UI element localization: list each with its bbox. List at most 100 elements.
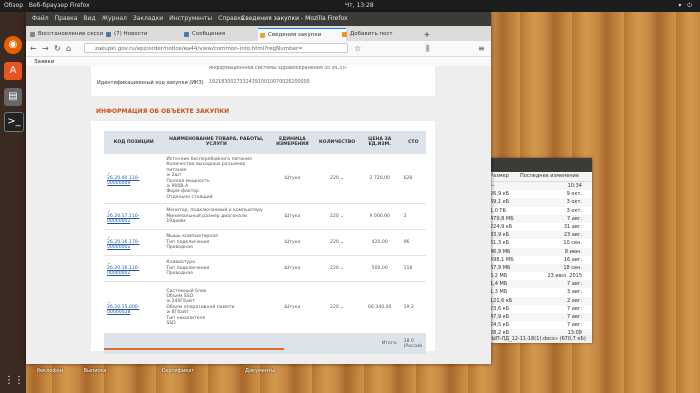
file-row[interactable]: 23,6 кБ 7 авг.: [484, 305, 592, 313]
file-date: 31 авг.: [563, 223, 582, 230]
code-link[interactable]: 26.20.15.000-00000028: [107, 305, 139, 315]
chevron-down-icon[interactable]: ⌄: [340, 266, 344, 271]
col-code: КОД ПОЗИЦИИ: [104, 131, 164, 154]
desktop-file-3[interactable]: Сертификат: [158, 368, 198, 374]
firefox-icon[interactable]: ◉: [4, 36, 22, 54]
menu-item[interactable]: Инструменты: [169, 15, 212, 22]
clock[interactable]: Чт, 13:28: [345, 0, 374, 12]
code-cell: ⌄ 26.20.40.110-00000009: [104, 153, 164, 204]
name-cell: Мышь компьютерная Тип подключения Провод…: [163, 229, 270, 256]
bookmark-folder[interactable]: Заявки: [34, 59, 54, 65]
file-row[interactable]: 46,9 МБ 8 июн.: [484, 247, 592, 256]
file-row[interactable]: 67,9 МБ 18 сен.: [484, 263, 592, 273]
file-row[interactable]: 47,9 кБ 7 авг.: [484, 313, 592, 322]
menu-item[interactable]: Закладки: [133, 15, 163, 22]
cost-cell: 628: [400, 153, 426, 204]
qty-cell[interactable]: 220 ⌄: [315, 153, 359, 204]
new-tab-button[interactable]: +: [422, 28, 432, 41]
file-size: 1,3 МБ: [490, 289, 508, 296]
name-cell: Системный блок Объем SSD ≥ 240Гбайт Объе…: [163, 281, 270, 334]
file-row[interactable]: 479,8 МБ 7 авг.: [484, 214, 592, 223]
home-icon[interactable]: ⌂: [66, 44, 71, 53]
file-row[interactable]: 26,9 кБ 9 окт.: [484, 190, 592, 198]
desktop-file-2[interactable]: Выписка: [75, 368, 115, 374]
desktop-file-4[interactable]: Документы: [240, 368, 280, 374]
unit-cell: Штука: [269, 255, 316, 282]
chevron-down-icon[interactable]: ⌄: [340, 305, 344, 310]
file-row[interactable]: 598,1 МБ 16 авг.: [484, 256, 592, 264]
file-size: 46,9 МБ: [490, 248, 511, 255]
menu-item[interactable]: Вид: [83, 15, 95, 22]
menu-item[interactable]: Правка: [55, 15, 78, 22]
file-row[interactable]: 69,1 кБ 3 окт.: [484, 198, 592, 207]
file-size: 479,8 МБ: [490, 215, 514, 222]
file-size: 67,9 МБ: [490, 264, 511, 271]
chevron-down-icon[interactable]: ⌄: [340, 176, 344, 181]
qty-cell[interactable]: 220 ⌄: [315, 229, 359, 256]
ikz-value: 192183001733243910010070026200000: [209, 80, 310, 85]
code-link[interactable]: 26.20.16.170-00000002: [107, 240, 139, 250]
reload-icon[interactable]: ↻: [54, 44, 61, 53]
show-apps-icon[interactable]: ⋮⋮: [4, 372, 24, 390]
page-content[interactable]: информационной системы здравоохранения (…: [26, 66, 491, 364]
file-manager-header[interactable]: [484, 158, 592, 172]
file-row[interactable]: 1,4 МБ 7 авг.: [484, 280, 592, 289]
code-cell: ⌄ 26.20.17.110-00000002: [104, 203, 164, 230]
file-manager-window[interactable]: Размер Последнее изменение —10:34 26,9 кБ…: [484, 158, 592, 343]
code-link[interactable]: 26.20.16.110-00000002: [107, 266, 139, 276]
tab-procurement[interactable]: Сведения закупки: [258, 28, 346, 42]
col-price: ЦЕНА ЗА ЕД.ИЗМ.: [358, 131, 401, 154]
chevron-down-icon[interactable]: ⌄: [340, 240, 344, 245]
table-row: ⌄ 26.20.16.110-00000002 Клавиатура Тип под…: [104, 255, 426, 282]
tab-news[interactable]: (7) Новости: [104, 28, 188, 41]
file-row[interactable]: 121,6 кБ 2 авг.: [484, 296, 592, 305]
file-row[interactable]: —10:34: [484, 182, 592, 191]
chevron-down-icon[interactable]: ⌄: [340, 214, 344, 219]
dock: ◉ A ▤ >_ ⋮⋮: [0, 12, 26, 393]
file-row[interactable]: 83,9 кБ 23 авг.: [484, 231, 592, 240]
url-bar[interactable]: zakupki.gov.ru/epz/order/notice/ea44/vie…: [84, 43, 348, 53]
files-icon[interactable]: ▤: [4, 88, 22, 106]
ikz-card: информационной системы здравоохранения (…: [91, 66, 435, 96]
code-link[interactable]: 26.20.17.110-00000002: [107, 214, 139, 224]
code-link[interactable]: 26.20.40.110-00000009: [107, 176, 139, 186]
app-menu[interactable]: Веб-браузер Firefox: [29, 2, 90, 9]
modified-column[interactable]: Последнее изменение: [520, 172, 579, 181]
positions-table: КОД ПОЗИЦИИ НАИМЕНОВАНИЕ ТОВАРА, РАБОТЫ,…: [104, 131, 426, 354]
file-manager-columns: Размер Последнее изменение: [484, 172, 592, 182]
bookmark-star-icon[interactable]: ☆: [354, 44, 361, 53]
tab-restore-session[interactable]: Восстановление сесси: [28, 28, 110, 41]
terminal-icon[interactable]: >_: [4, 112, 24, 132]
file-date: 3 окт.: [566, 199, 582, 206]
software-center-icon[interactable]: A: [4, 62, 22, 80]
tab-strip: Восстановление сесси (7) Новости Сообщен…: [26, 26, 491, 42]
qty-cell[interactable]: 220 ⌄: [315, 255, 359, 282]
system-indicators[interactable]: ▾ ⏻: [678, 0, 694, 12]
forward-icon[interactable]: →: [42, 44, 49, 53]
size-column[interactable]: Размер: [490, 172, 509, 181]
desktop-file-1[interactable]: беклофон: [30, 368, 70, 374]
tab-favicon-icon: [30, 32, 35, 37]
menu-item[interactable]: Журнал: [102, 15, 127, 22]
tab-add-post[interactable]: Добавить пост: [340, 28, 422, 41]
file-row[interactable]: 1,0 ГБ 3 окт.: [484, 207, 592, 215]
file-size: 69,1 кБ: [490, 199, 510, 206]
back-icon[interactable]: ←: [30, 44, 37, 53]
file-row[interactable]: 224,9 кБ 31 авг.: [484, 223, 592, 231]
file-row[interactable]: 1,3 МБ 3 авг.: [484, 288, 592, 296]
qty-cell[interactable]: 220 ⌄: [315, 203, 359, 230]
tab-messages[interactable]: Сообщения: [182, 28, 264, 41]
hamburger-menu-icon[interactable]: ≡: [478, 44, 485, 53]
file-date: 10 сен.: [563, 240, 582, 247]
firefox-window[interactable]: Файл Правка Вид Журнал Закладки Инструменты Сп…: [26, 12, 491, 364]
library-icon[interactable]: ⫼: [426, 44, 430, 53]
file-row[interactable]: 24,5 кБ 7 авг.: [484, 321, 592, 329]
file-row[interactable]: 6,2 МБ 23 июл. 2015: [484, 272, 592, 280]
file-size: 224,9 кБ: [490, 223, 513, 230]
qty-cell[interactable]: 220 ⌄: [315, 281, 359, 334]
table-row: ⌄ 26.20.40.110-00000009 Источник бесперебо…: [104, 153, 426, 204]
menu-item[interactable]: Файл: [32, 15, 49, 22]
file-date: 7 авг.: [567, 305, 582, 312]
file-row[interactable]: 61,3 кБ 10 сен.: [484, 239, 592, 247]
activities-button[interactable]: Обзор Веб-браузер Firefox: [4, 0, 90, 12]
